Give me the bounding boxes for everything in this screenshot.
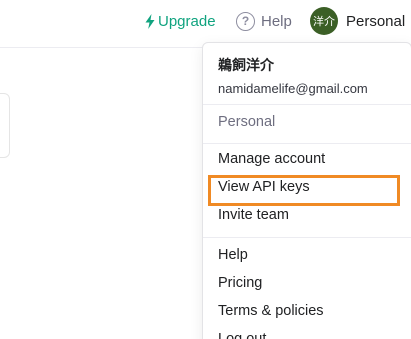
menu-item-log-out[interactable]: Log out	[218, 331, 266, 339]
help-link[interactable]: ? Help	[236, 11, 292, 31]
avatar: 洋介	[310, 7, 338, 35]
menu-item-pricing[interactable]: Pricing	[218, 275, 262, 291]
user-name: 鵜飼洋介	[218, 57, 274, 73]
top-navigation-bar: Upgrade ? Help 洋介 Personal	[0, 0, 411, 48]
menu-item-help[interactable]: Help	[218, 247, 248, 263]
menu-user-info: 鵜飼洋介 namidamelife@gmail.com	[218, 55, 368, 96]
help-label: Help	[261, 12, 292, 30]
account-menu-button[interactable]: 洋介 Personal	[310, 7, 405, 35]
menu-divider	[203, 143, 411, 144]
page: Upgrade ? Help 洋介 Personal 鵜飼洋介 namidame…	[0, 0, 411, 339]
menu-item-manage-account[interactable]: Manage account	[218, 151, 325, 167]
account-label: Personal	[346, 12, 406, 30]
menu-item-terms-policies[interactable]: Terms & policies	[218, 303, 324, 319]
menu-item-invite-team[interactable]: Invite team	[218, 207, 289, 223]
menu-divider	[203, 237, 411, 238]
account-dropdown-menu: 鵜飼洋介 namidamelife@gmail.com Personal Man…	[202, 42, 411, 339]
content-card-edge	[0, 93, 10, 158]
question-circle-icon: ?	[236, 11, 255, 31]
upgrade-link[interactable]: Upgrade	[145, 11, 216, 31]
organization-label: Personal	[218, 114, 276, 130]
user-email: namidamelife@gmail.com	[218, 81, 368, 96]
menu-item-view-api-keys[interactable]: View API keys	[218, 179, 310, 195]
upgrade-label: Upgrade	[158, 12, 216, 30]
menu-divider	[203, 104, 411, 105]
lightning-bolt-icon	[145, 13, 155, 29]
